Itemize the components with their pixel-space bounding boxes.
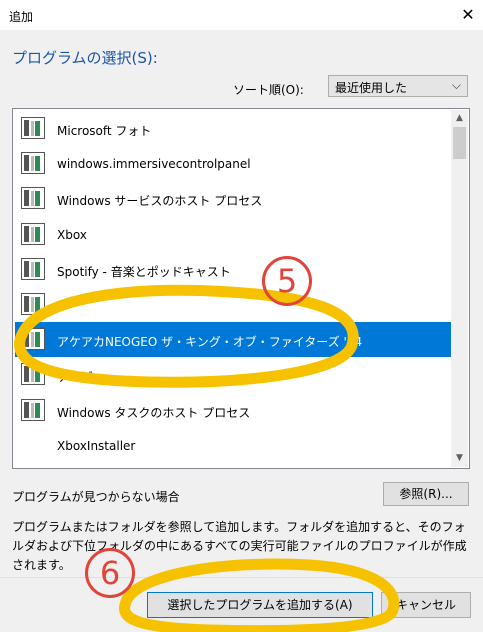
app-icon xyxy=(21,223,45,245)
sort-label: ソート順(O): xyxy=(233,83,304,97)
list-item-label: Xbox xyxy=(57,228,87,242)
divider xyxy=(0,577,483,578)
page-title: プログラムの選択(S): xyxy=(12,49,158,67)
title-bar xyxy=(0,0,483,30)
description-text: プログラムまたはフォルダを参照して追加します。フォルダを追加すると、そのフォルダ… xyxy=(12,520,467,572)
list-item-selected[interactable]: アケアカNEOGEO ザ・キング・オブ・ファイターズ '94 xyxy=(15,322,451,357)
app-icon xyxy=(21,363,45,385)
browse-button[interactable]: 参照(R)... xyxy=(383,482,469,506)
cancel-button[interactable]: キャンセル xyxy=(381,592,471,618)
sort-select[interactable]: 最近使用した ⌵ xyxy=(328,75,468,97)
list-item[interactable] xyxy=(15,287,451,322)
app-icon xyxy=(21,117,45,139)
list-item-label: アケアカNEOGEO ザ・キング・オブ・ファイターズ '94 xyxy=(57,335,363,349)
sort-selected-value: 最近使用した xyxy=(335,81,408,95)
list-item[interactable]: Windows サービスのホスト プロセス xyxy=(15,181,451,216)
add-selected-program-button[interactable]: 選択したプログラムを追加する(A) xyxy=(147,592,373,618)
list-item[interactable]: Windows タスクのホスト プロセス xyxy=(15,393,451,428)
program-list[interactable]: Microsoft フォト windows.immersivecontrolpa… xyxy=(12,108,470,469)
vertical-scrollbar[interactable]: ▲ ▼ xyxy=(451,110,468,467)
list-item[interactable]: XboxInstaller xyxy=(15,428,451,463)
list-item[interactable]: Microsoft フォト xyxy=(15,111,451,146)
list-item[interactable]: windows.immersivecontrolpanel xyxy=(15,146,451,181)
list-item[interactable]: テレビ xyxy=(15,357,451,392)
app-icon xyxy=(21,258,45,280)
list-item-label: テレビ xyxy=(57,370,94,384)
step-marker-6: 6 xyxy=(85,548,135,598)
scroll-up-icon[interactable]: ▲ xyxy=(451,110,468,127)
window-title: 追加 xyxy=(9,10,34,24)
scroll-down-icon[interactable]: ▼ xyxy=(451,450,468,467)
list-item-label: Microsoft フォト xyxy=(57,124,152,138)
list-item-label: XboxInstaller xyxy=(57,439,136,453)
not-found-label: プログラムが見つからない場合 xyxy=(12,490,180,504)
app-icon xyxy=(21,399,45,421)
scroll-thumb[interactable] xyxy=(453,127,466,159)
app-icon xyxy=(21,328,45,350)
list-item-label: Windows タスクのホスト プロセス xyxy=(57,406,251,420)
chevron-down-icon: ⌵ xyxy=(451,78,461,92)
list-item[interactable]: Xbox xyxy=(15,217,451,252)
list-item-label: windows.immersivecontrolpanel xyxy=(57,157,251,171)
list-item-label: Spotify - 音楽とポッドキャスト xyxy=(57,265,231,279)
list-item[interactable]: Spotify - 音楽とポッドキャスト xyxy=(15,252,451,287)
close-icon[interactable]: ✕ xyxy=(455,2,481,28)
step-marker-5: 5 xyxy=(262,256,312,306)
app-icon xyxy=(21,187,45,209)
app-icon xyxy=(21,152,45,174)
list-item-label: Windows サービスのホスト プロセス xyxy=(57,194,263,208)
app-icon xyxy=(21,293,45,315)
